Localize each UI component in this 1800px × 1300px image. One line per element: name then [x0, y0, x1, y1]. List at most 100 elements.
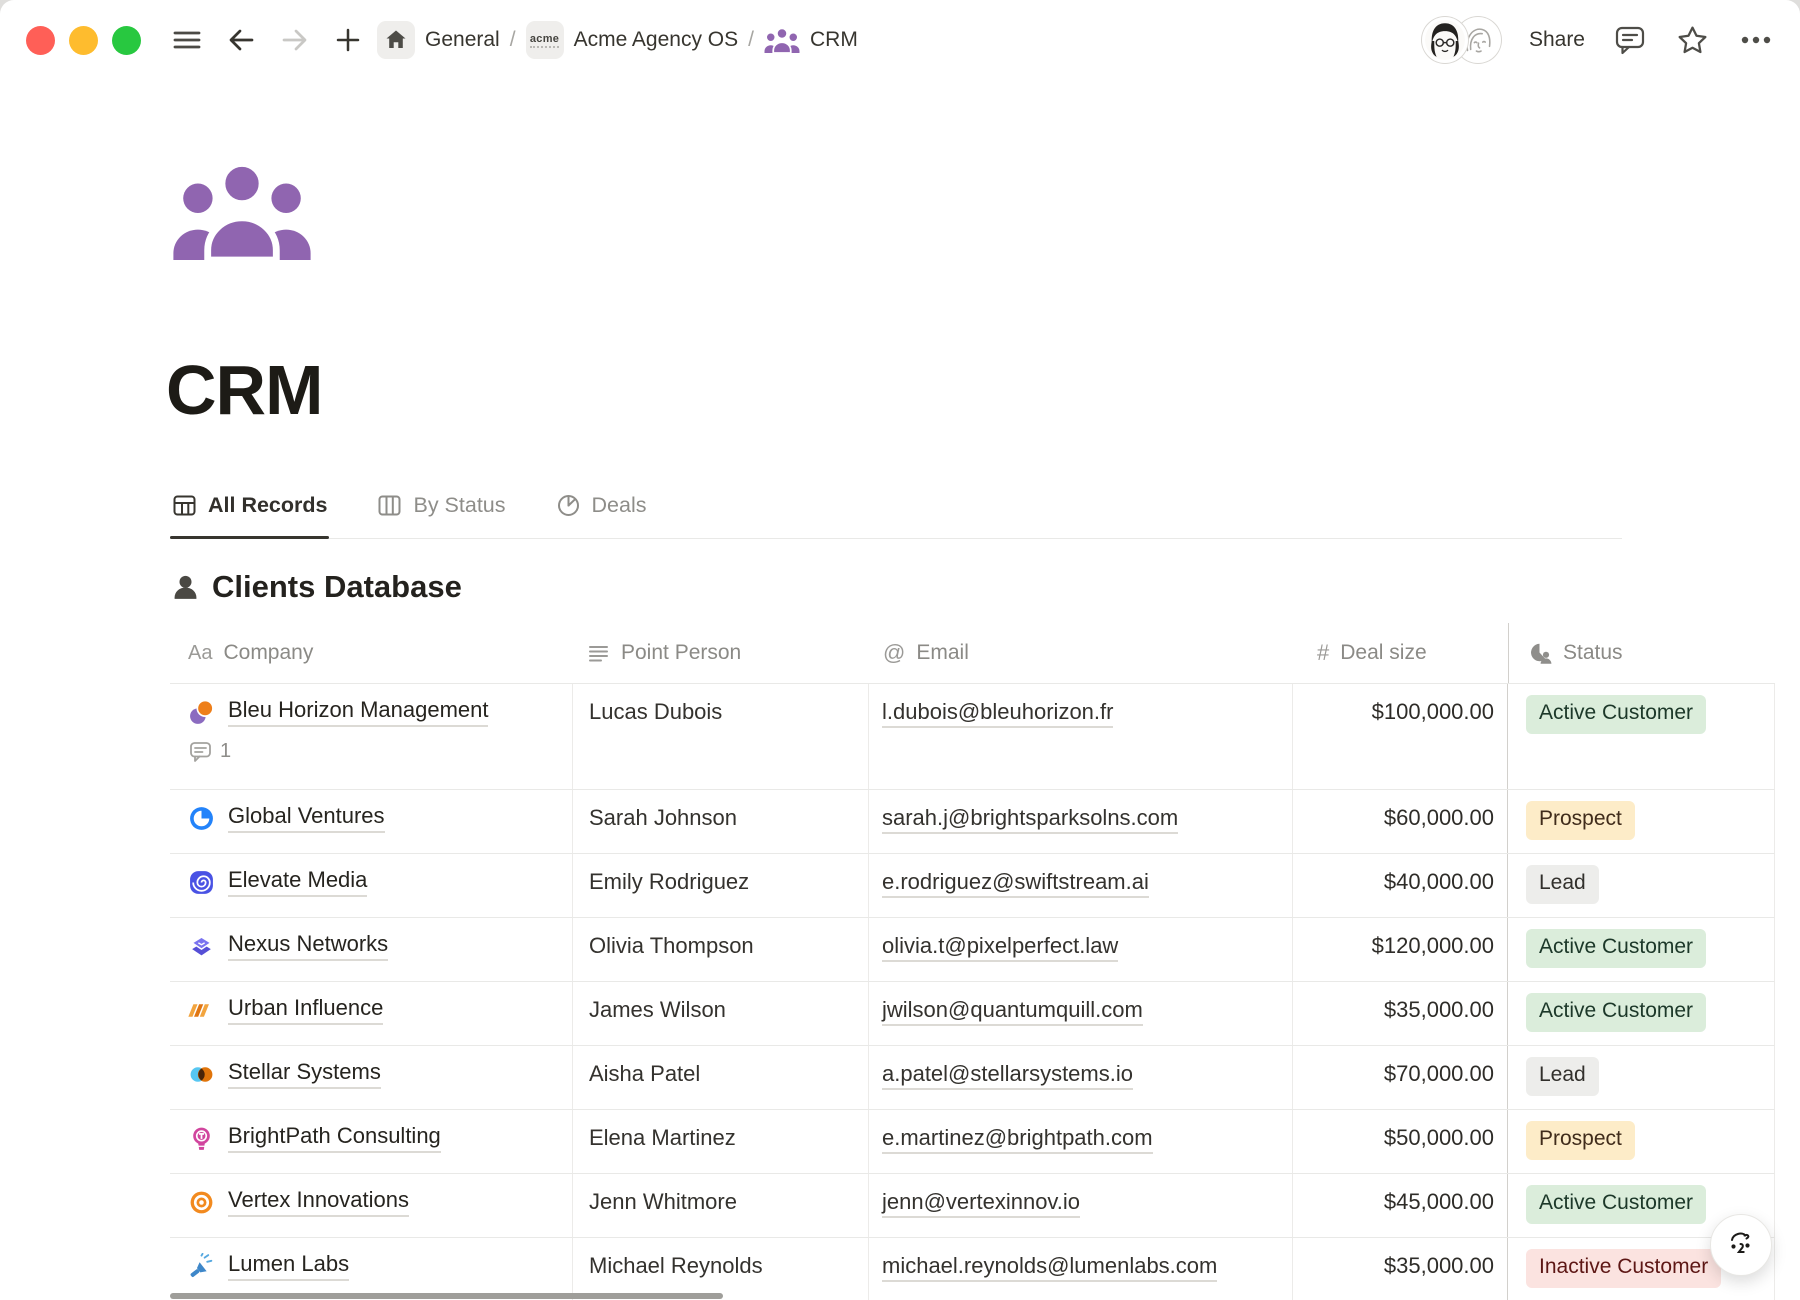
email-cell[interactable]: e.martinez@brightpath.com	[869, 1110, 1293, 1173]
company-cell[interactable]: Nexus Networks	[170, 918, 573, 981]
status-badge[interactable]: Active Customer	[1526, 993, 1706, 1032]
company-link[interactable]: Stellar Systems	[228, 1059, 381, 1089]
avatar[interactable]	[1422, 17, 1468, 63]
breadcrumb-item-workspace[interactable]: Acme Agency OS	[574, 28, 739, 52]
collaborator-avatars[interactable]	[1422, 17, 1501, 63]
comment-count[interactable]: 1	[189, 740, 562, 763]
company-cell[interactable]: BrightPath Consulting	[170, 1110, 573, 1173]
email-link[interactable]: sarah.j@brightsparksolns.com	[882, 805, 1178, 834]
table-row[interactable]: Vertex Innovations Jenn Whitmore jenn@ve…	[170, 1174, 1775, 1238]
email-cell[interactable]: jenn@vertexinnov.io	[869, 1174, 1293, 1237]
status-cell[interactable]: Active Customer	[1507, 918, 1775, 981]
status-badge[interactable]: Active Customer	[1526, 929, 1706, 968]
status-badge[interactable]: Active Customer	[1526, 1185, 1706, 1224]
notion-ai-face-button[interactable]	[1710, 1214, 1772, 1276]
point-person-cell[interactable]: Lucas Dubois	[573, 684, 869, 789]
deal-size-cell[interactable]: $35,000.00	[1293, 1238, 1508, 1300]
breadcrumb-item-general[interactable]: General	[425, 28, 500, 52]
email-link[interactable]: michael.reynolds@lumenlabs.com	[882, 1253, 1217, 1282]
company-cell[interactable]: Global Ventures	[170, 790, 573, 853]
table-row[interactable]: Elevate Media Emily Rodriguez e.rodrigue…	[170, 854, 1775, 918]
point-person-cell[interactable]: Sarah Johnson	[573, 790, 869, 853]
more-options-icon[interactable]	[1738, 23, 1774, 57]
status-cell[interactable]: Active Customer	[1507, 982, 1775, 1045]
company-link[interactable]: BrightPath Consulting	[228, 1123, 441, 1153]
company-cell[interactable]: Stellar Systems	[170, 1046, 573, 1109]
close-window-button[interactable]	[26, 26, 55, 55]
point-person-cell[interactable]: Aisha Patel	[573, 1046, 869, 1109]
new-page-plus-icon[interactable]	[333, 25, 363, 55]
tab-by-status[interactable]: By Status	[375, 490, 507, 538]
table-row[interactable]: Bleu Horizon Management 1 Lucas Dubois l…	[170, 684, 1775, 790]
company-link[interactable]: Global Ventures	[228, 803, 385, 833]
column-header-point-person[interactable]: Point Person	[573, 641, 869, 665]
status-badge[interactable]: Inactive Customer	[1526, 1249, 1721, 1288]
company-cell[interactable]: Bleu Horizon Management 1	[170, 684, 573, 789]
point-person-cell[interactable]: Emily Rodriguez	[573, 854, 869, 917]
email-cell[interactable]: olivia.t@pixelperfect.law	[869, 918, 1293, 981]
acme-workspace-icon[interactable]: acme	[526, 21, 564, 59]
status-cell[interactable]: Lead	[1507, 854, 1775, 917]
deal-size-cell[interactable]: $35,000.00	[1293, 982, 1508, 1045]
email-cell[interactable]: michael.reynolds@lumenlabs.com	[869, 1238, 1293, 1300]
email-link[interactable]: olivia.t@pixelperfect.law	[882, 933, 1118, 962]
minimize-window-button[interactable]	[69, 26, 98, 55]
company-link[interactable]: Lumen Labs	[228, 1251, 349, 1281]
point-person-cell[interactable]: James Wilson	[573, 982, 869, 1045]
email-link[interactable]: a.patel@stellarsystems.io	[882, 1061, 1133, 1090]
email-link[interactable]: e.rodriguez@swiftstream.ai	[882, 869, 1149, 898]
breadcrumb-item-page[interactable]: CRM	[810, 28, 858, 52]
email-cell[interactable]: e.rodriguez@swiftstream.ai	[869, 854, 1293, 917]
deal-size-cell[interactable]: $40,000.00	[1293, 854, 1508, 917]
table-row[interactable]: BrightPath Consulting Elena Martinez e.m…	[170, 1110, 1775, 1174]
status-badge[interactable]: Lead	[1526, 865, 1599, 904]
point-person-cell[interactable]: Michael Reynolds	[573, 1238, 869, 1300]
zoom-window-button[interactable]	[112, 26, 141, 55]
email-cell[interactable]: sarah.j@brightsparksolns.com	[869, 790, 1293, 853]
status-badge[interactable]: Active Customer	[1526, 695, 1706, 734]
deal-size-cell[interactable]: $70,000.00	[1293, 1046, 1508, 1109]
company-link[interactable]: Elevate Media	[228, 867, 367, 897]
email-cell[interactable]: l.dubois@bleuhorizon.fr	[869, 684, 1293, 789]
point-person-cell[interactable]: Jenn Whitmore	[573, 1174, 869, 1237]
email-cell[interactable]: jwilson@quantumquill.com	[869, 982, 1293, 1045]
table-row[interactable]: Global Ventures Sarah Johnson sarah.j@br…	[170, 790, 1775, 854]
forward-arrow-icon[interactable]	[279, 24, 311, 56]
page-icon-people-group[interactable]	[170, 162, 314, 260]
share-button[interactable]: Share	[1529, 28, 1585, 52]
status-cell[interactable]: Lead	[1507, 1046, 1775, 1109]
status-badge[interactable]: Prospect	[1526, 801, 1635, 840]
status-badge[interactable]: Prospect	[1526, 1121, 1635, 1160]
home-icon[interactable]	[377, 21, 415, 59]
status-badge[interactable]: Lead	[1526, 1057, 1599, 1096]
email-link[interactable]: e.martinez@brightpath.com	[882, 1125, 1153, 1154]
email-link[interactable]: l.dubois@bleuhorizon.fr	[882, 699, 1113, 728]
email-link[interactable]: jenn@vertexinnov.io	[882, 1189, 1080, 1218]
table-row[interactable]: Urban Influence James Wilson jwilson@qua…	[170, 982, 1775, 1046]
column-header-deal-size[interactable]: # Deal size	[1293, 641, 1508, 665]
page-title[interactable]: CRM	[166, 352, 1800, 428]
company-link[interactable]: Vertex Innovations	[228, 1187, 409, 1217]
table-row[interactable]: Lumen Labs Michael Reynolds michael.reyn…	[170, 1238, 1775, 1300]
deal-size-cell[interactable]: $45,000.00	[1293, 1174, 1508, 1237]
company-cell[interactable]: Vertex Innovations	[170, 1174, 573, 1237]
deal-size-cell[interactable]: $50,000.00	[1293, 1110, 1508, 1173]
company-link[interactable]: Urban Influence	[228, 995, 383, 1025]
deal-size-cell[interactable]: $100,000.00	[1293, 684, 1508, 789]
comments-icon[interactable]	[1613, 23, 1647, 57]
tab-deals[interactable]: Deals	[554, 490, 649, 538]
status-cell[interactable]: Prospect	[1507, 790, 1775, 853]
email-cell[interactable]: a.patel@stellarsystems.io	[869, 1046, 1293, 1109]
status-cell[interactable]: Prospect	[1507, 1110, 1775, 1173]
company-link[interactable]: Bleu Horizon Management	[228, 697, 488, 727]
column-header-status[interactable]: Status	[1508, 623, 1775, 683]
column-header-company[interactable]: Aa Company	[170, 641, 573, 665]
company-cell[interactable]: Urban Influence	[170, 982, 573, 1045]
column-header-email[interactable]: @ Email	[869, 641, 1293, 665]
tab-all-records[interactable]: All Records	[170, 490, 329, 538]
point-person-cell[interactable]: Elena Martinez	[573, 1110, 869, 1173]
favorite-star-icon[interactable]	[1675, 23, 1710, 58]
table-row[interactable]: Nexus Networks Olivia Thompson olivia.t@…	[170, 918, 1775, 982]
company-link[interactable]: Nexus Networks	[228, 931, 388, 961]
point-person-cell[interactable]: Olivia Thompson	[573, 918, 869, 981]
